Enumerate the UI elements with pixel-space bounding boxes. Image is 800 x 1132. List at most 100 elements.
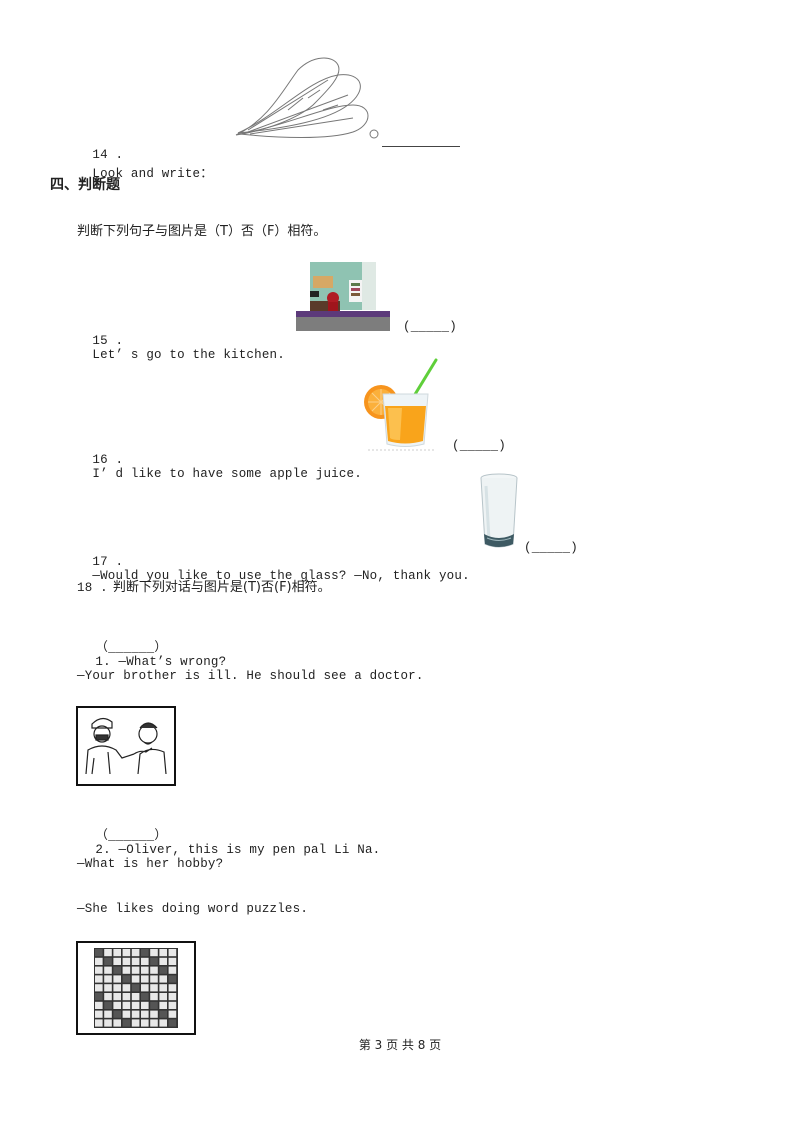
puzzle-cell xyxy=(159,993,167,1001)
puzzle-cell xyxy=(141,1001,149,1009)
puzzle-cell xyxy=(131,975,140,983)
puzzle-cell xyxy=(159,975,167,983)
puzzle-cell xyxy=(159,949,167,957)
dialog-2-answer-blank[interactable]: （______） xyxy=(95,829,167,843)
puzzle-cell xyxy=(95,966,103,974)
puzzle-cell xyxy=(150,984,158,992)
puzzle-cell xyxy=(131,966,140,974)
puzzle-cell xyxy=(141,1019,149,1027)
question-14-answer-blank[interactable] xyxy=(382,146,460,147)
dialog-1-label: 1. —What’s wrong? xyxy=(95,655,227,669)
puzzle-cell xyxy=(104,993,112,1001)
puzzle-cell xyxy=(95,1010,103,1018)
puzzle-cell xyxy=(141,957,149,965)
question-16-answer-blank[interactable]: (_____) xyxy=(452,439,506,453)
puzzle-cell xyxy=(150,957,158,965)
puzzle-cell xyxy=(168,993,177,1001)
puzzle-cell xyxy=(168,949,177,957)
puzzle-cell xyxy=(104,1010,112,1018)
dialog-2-reply-1: —What is her hobby? xyxy=(77,857,224,871)
puzzle-cell xyxy=(150,993,158,1001)
puzzle-cell xyxy=(104,975,112,983)
puzzle-cell xyxy=(168,1001,177,1009)
puzzle-cell xyxy=(141,975,149,983)
puzzle-cell xyxy=(95,949,103,957)
puzzle-cell xyxy=(141,966,149,974)
section-instruction: 判断下列句子与图片是（T）否（F）相符。 xyxy=(77,224,327,239)
puzzle-cell xyxy=(113,1010,121,1018)
puzzle-cell xyxy=(159,1001,167,1009)
puzzle-cell xyxy=(122,1019,131,1027)
question-14-number: 14 . xyxy=(92,148,124,162)
puzzle-cell xyxy=(150,949,158,957)
puzzle-cell xyxy=(150,1010,158,1018)
question-15-number: 15 . xyxy=(92,334,124,348)
puzzle-cell xyxy=(104,949,112,957)
section-title: 四、判断题 xyxy=(50,177,120,193)
puzzle-cell xyxy=(95,1019,103,1027)
puzzle-cell xyxy=(131,957,140,965)
puzzle-cell xyxy=(150,1019,158,1027)
puzzle-cell xyxy=(168,1019,177,1027)
question-16-text: I’ d like to have some apple juice. xyxy=(92,467,362,481)
orange-juice-glass-icon xyxy=(364,358,438,451)
puzzle-cell xyxy=(122,1010,131,1018)
puzzle-cell xyxy=(104,1001,112,1009)
puzzle-cell xyxy=(122,984,131,992)
puzzle-cell xyxy=(113,949,121,957)
dialog-1-reply: —Your brother is ill. He should see a do… xyxy=(77,669,424,683)
puzzle-cell xyxy=(159,966,167,974)
vegetable-image xyxy=(228,50,383,146)
puzzle-cell xyxy=(95,975,103,983)
juice-image xyxy=(362,356,438,452)
page-indicator: 第 3 页 共 8 页 xyxy=(358,1038,442,1052)
dialog-2-reply-2: —She likes doing word puzzles. xyxy=(77,902,309,916)
puzzle-cell xyxy=(122,966,131,974)
question-17-number: 17 . xyxy=(92,555,124,569)
puzzle-cell xyxy=(131,1010,140,1018)
dialog-2-label: 2. —Oliver, this is my pen pal Li Na. xyxy=(95,843,381,857)
puzzle-cell xyxy=(131,984,140,992)
puzzle-cell xyxy=(131,1001,140,1009)
puzzle-cell xyxy=(141,1010,149,1018)
puzzle-cell xyxy=(159,984,167,992)
question-15-text: Let’ s go to the kitchen. xyxy=(92,348,285,362)
puzzle-cell xyxy=(95,1001,103,1009)
puzzle-cell xyxy=(168,984,177,992)
puzzle-cell xyxy=(168,1010,177,1018)
puzzle-cell xyxy=(141,949,149,957)
puzzle-cell xyxy=(113,975,121,983)
puzzle-cell xyxy=(113,993,121,1001)
puzzle-cell xyxy=(131,993,140,1001)
word-puzzle-image xyxy=(76,941,196,1035)
puzzle-cell xyxy=(122,957,131,965)
kitchen-scene-icon xyxy=(296,262,390,331)
puzzle-cell xyxy=(104,984,112,992)
puzzle-cell xyxy=(122,975,131,983)
puzzle-cell xyxy=(141,993,149,1001)
puzzle-cell xyxy=(168,966,177,974)
puzzle-cell xyxy=(113,984,121,992)
question-17-answer-blank[interactable]: (_____) xyxy=(524,541,578,555)
glass-image xyxy=(478,472,520,552)
puzzle-cell xyxy=(159,957,167,965)
vegetable-sketch-icon xyxy=(235,57,379,139)
puzzle-cell xyxy=(168,975,177,983)
question-18-instruction: 判断下列对话与图片是(T)否(F)相符。 xyxy=(112,580,331,595)
puzzle-cell xyxy=(150,966,158,974)
question-15-answer-blank[interactable]: (_____) xyxy=(403,320,457,334)
puzzle-cell xyxy=(104,957,112,965)
puzzle-cell xyxy=(95,993,103,1001)
puzzle-cell xyxy=(113,966,121,974)
puzzle-cell xyxy=(131,949,140,957)
puzzle-cell xyxy=(150,975,158,983)
puzzle-cell xyxy=(113,1001,121,1009)
kitchen-image xyxy=(296,262,390,332)
dialog-1-answer-blank[interactable]: （______） xyxy=(95,641,167,655)
puzzle-cell xyxy=(122,993,131,1001)
puzzle-cell xyxy=(131,1019,140,1027)
puzzle-cell xyxy=(122,949,131,957)
puzzle-cell xyxy=(122,1001,131,1009)
water-glass-icon xyxy=(480,473,518,548)
puzzle-cell xyxy=(150,1001,158,1009)
